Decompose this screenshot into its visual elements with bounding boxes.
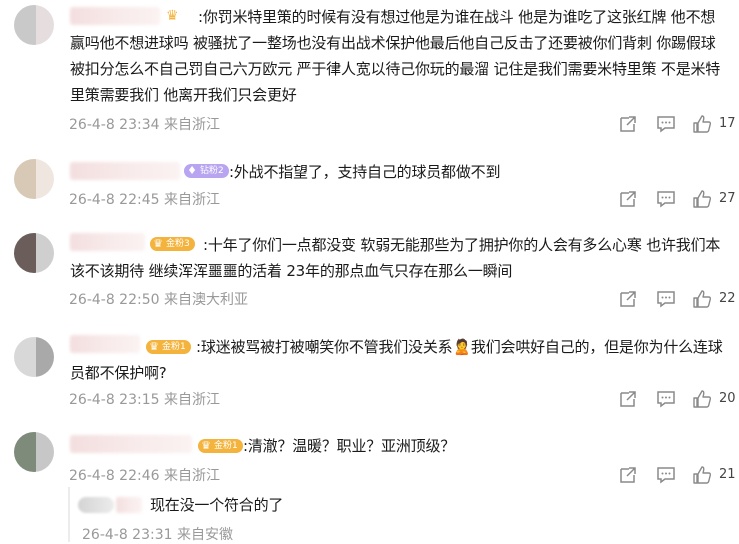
avatar[interactable] [14,337,54,377]
sub-reply: 现在没一个符合的了 26-4-8 23:31 来自安徽 [68,487,739,544]
comment-meta: 26-4-8 22:50 来自澳大利亚 [69,289,248,309]
comment-text: :你罚米特里策的时候有没有想过他是为谁在战斗 他是为谁吃了这张红牌 他不想赢吗他… [70,8,721,104]
thumbs-up-icon [693,390,712,408]
share-icon [620,116,636,132]
share-button[interactable] [618,189,638,209]
thumbs-up-icon [693,115,712,133]
avatar[interactable] [14,159,54,199]
comment-time: 26-4-8 22:46 [69,468,160,484]
share-button[interactable] [618,465,638,485]
like-button[interactable] [692,289,712,309]
like-count: 27 [719,191,736,206]
comment-text: :十年了你们一点都没变 软弱无能那些为了拥护你的人会有多么心寒 也许我们本该不该… [70,236,721,280]
comment-text: :外战不指望了，支持自己的球员都做不到 [229,163,501,181]
fan-badge: ♛ 金粉1 [198,439,243,453]
comment-meta: 26-4-8 23:15 来自浙江 [69,389,220,409]
comment-icon [657,191,675,208]
comment-time: 26-4-8 23:15 [69,392,160,408]
comment-item: ♛ 金粉1 :球迷被骂被打被嘲笑你不管我们没关系🙎我们会哄好自己的，但是你为什么连… [0,327,739,425]
share-icon [620,191,636,207]
comment-icon [657,467,675,484]
comment-item: ♛ :你罚米特里策的时候有没有想过他是为谁在战斗 他是为谁吃了这张红牌 他不想赢… [0,0,739,143]
like-count: 20 [719,391,736,406]
comment-item: ♛ 金粉3 :十年了你们一点都没变 软弱无能那些为了拥护你的人会有多么心寒 也许我… [0,221,739,327]
fan-badge: ♦ 钻粉2 [184,164,229,178]
comment-meta: 26-4-8 22:45 来自浙江 [69,189,220,209]
reply-time: 26-4-8 23:31 [82,527,173,543]
comment-meta: 26-4-8 22:46 来自浙江 [69,465,220,485]
comment-location: 来自澳大利亚 [163,292,248,308]
comment-location: 来自浙江 [163,468,220,484]
diamond-icon: ♦ [187,164,197,177]
like-button[interactable] [692,189,712,209]
comment-item: ♛ 金粉1 :清澈？温暖？职业？亚洲顶级？ 26-4-8 22:46 来自浙江 2… [0,425,739,487]
avatar[interactable] [14,233,54,273]
username-blurred[interactable] [70,162,180,180]
reply-button[interactable] [656,389,676,409]
reply-avatar[interactable] [78,497,114,513]
share-button[interactable] [618,114,638,134]
badge-label: 钻粉2 [200,166,224,176]
avatar[interactable] [14,432,54,472]
comment-text: :清澈？温暖？职业？亚洲顶级？ [243,437,456,455]
reply-username-blurred[interactable] [116,497,142,513]
comment-time: 26-4-8 22:50 [69,292,160,308]
reply-button[interactable] [656,465,676,485]
comment-icon [657,116,675,133]
thumbs-up-icon [693,290,712,308]
comment-icon [657,291,675,308]
like-count: 22 [719,291,736,306]
crown-icon: ♛ [201,439,211,452]
comment-text: :球迷被骂被打被嘲笑你不管我们没关系🙎我们会哄好自己的，但是你为什么连球员都不保… [70,338,723,382]
share-icon [620,467,636,483]
comment-meta: 26-4-8 23:34 来自浙江 [69,114,220,134]
like-button[interactable] [692,389,712,409]
comment-actions: 22 [618,289,739,309]
comment-actions: 17 [618,114,739,134]
comment-location: 来自浙江 [163,192,220,208]
avatar[interactable] [14,5,54,45]
reply-text: 现在没一个符合的了 [150,496,284,514]
comment-location: 来自浙江 [163,392,220,408]
reply-location: 来自安徽 [176,527,233,543]
like-button[interactable] [692,114,712,134]
thumbs-up-icon [693,190,712,208]
reply-meta: 26-4-8 23:31 来自安徽 [82,524,233,544]
username-blurred[interactable] [70,435,192,453]
reply-button[interactable] [656,189,676,209]
comment-location: 来自浙江 [163,117,220,133]
like-button[interactable] [692,465,712,485]
badge-label: 金粉1 [214,441,238,451]
share-icon [620,391,636,407]
comment-time: 26-4-8 23:34 [69,117,160,133]
reply-button[interactable] [656,289,676,309]
comment-item: ♦ 钻粉2 :外战不指望了，支持自己的球员都做不到 26-4-8 22:45 来自… [0,143,739,221]
like-count: 17 [719,116,736,131]
share-button[interactable] [618,389,638,409]
comment-actions: 27 [618,189,739,209]
comment-actions: 20 [618,389,739,409]
reply-button[interactable] [656,114,676,134]
comment-time: 26-4-8 22:45 [69,192,160,208]
comment-actions: 21 [618,465,739,485]
share-icon [620,291,636,307]
thumbs-up-icon [693,466,712,484]
comment-icon [657,391,675,408]
like-count: 21 [719,467,736,482]
share-button[interactable] [618,289,638,309]
